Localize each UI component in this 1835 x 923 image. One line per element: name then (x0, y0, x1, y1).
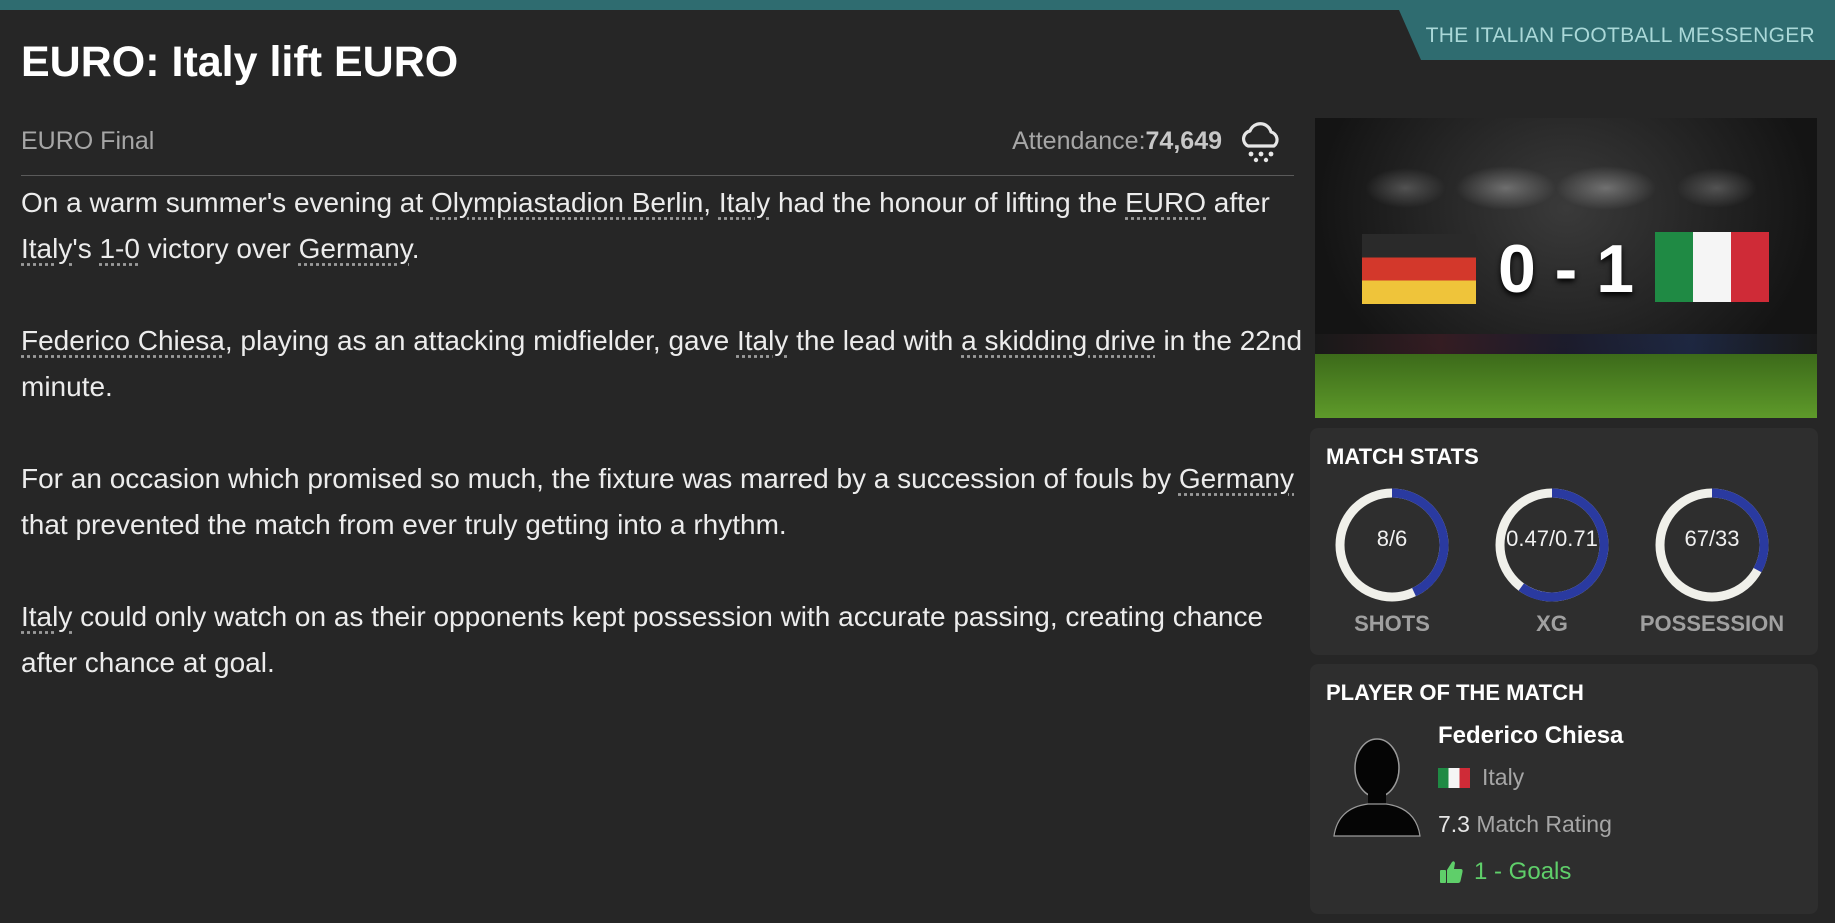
article-paragraph: Federico Chiesa, playing as an attacking… (21, 318, 1311, 410)
match-meta-row: EURO Final Attendance:74,649 (21, 118, 1294, 176)
player-of-the-match-panel: PLAYER OF THE MATCH Federico Chiesa Ital… (1310, 664, 1818, 914)
text: that prevented the match from ever truly… (21, 509, 787, 540)
match-scoreboard[interactable]: 0 - 1 (1315, 118, 1817, 418)
news-headline: EURO: Italy lift EURO (21, 38, 459, 86)
player-match-rating: 7.3 Match Rating (1438, 811, 1612, 838)
team-link-germany[interactable]: Germany (299, 233, 412, 264)
text: the lead with (788, 325, 962, 356)
article-paragraph: Italy could only watch on as their oppon… (21, 594, 1311, 686)
stat-possession: 67/33 POSSESSION (1630, 486, 1790, 636)
player-name-link[interactable]: Federico Chiesa (1438, 722, 1623, 750)
team-link-italy[interactable]: Italy (21, 601, 72, 632)
text: had the honour of lifting the (770, 187, 1126, 218)
stat-label: SHOTS (1354, 611, 1430, 636)
text: could only watch on as their opponents k… (21, 601, 1264, 678)
pitch-image (1315, 354, 1817, 418)
text: On a warm summer's evening at (21, 187, 431, 218)
player-nationality[interactable]: Italy (1438, 764, 1524, 791)
match-stats-panel: MATCH STATS 8/6 SHOTS 0.47/0.71 XG 67/33… (1310, 428, 1818, 655)
attendance: Attendance:74,649 (1012, 127, 1222, 156)
publisher-banner: THE ITALIAN FOOTBALL MESSENGER (1399, 10, 1835, 60)
text: 's (72, 233, 100, 264)
goals-text: 1 - Goals (1474, 858, 1572, 885)
stat-value: 8/6 (1376, 526, 1408, 551)
goal-link[interactable]: a skidding drive (961, 325, 1156, 356)
top-accent-bar (0, 0, 1835, 10)
venue-link[interactable]: Olympiastadion Berlin (431, 187, 703, 218)
match-stats-title: MATCH STATS (1326, 444, 1479, 469)
team-link-italy[interactable]: Italy (737, 325, 788, 356)
stat-value: 67/33 (1684, 526, 1740, 551)
text: victory over (139, 233, 299, 264)
stat-label: POSSESSION (1639, 611, 1785, 636)
italy-flag-icon (1655, 232, 1769, 302)
rating-value: 7.3 (1438, 811, 1470, 837)
text: , playing as an attacking midfielder, ga… (224, 325, 737, 356)
text: For an occasion which promised so much, … (21, 463, 1179, 494)
competition-link[interactable]: EURO (1125, 187, 1206, 218)
team-link-italy[interactable]: Italy (719, 187, 770, 218)
player-goals: 1 - Goals (1438, 858, 1571, 886)
rain-cloud-icon (1241, 122, 1279, 163)
stadium-lights (1315, 158, 1817, 218)
stat-value: 0.47/0.71 (1506, 526, 1598, 551)
stadium-stand (1315, 334, 1817, 354)
rating-label: Match Rating (1476, 811, 1612, 837)
team-link-italy[interactable]: Italy (21, 233, 72, 264)
text: . (411, 233, 420, 264)
thumbs-up-icon (1440, 861, 1463, 883)
article-paragraph: For an occasion which promised so much, … (21, 456, 1311, 548)
player-country-name: Italy (1482, 764, 1525, 790)
stat-xg: 0.47/0.71 XG (1470, 486, 1630, 636)
potm-title: PLAYER OF THE MATCH (1326, 680, 1584, 705)
attendance-label: Attendance: (1012, 127, 1146, 155)
team-link-germany[interactable]: Germany (1179, 463, 1294, 494)
result-link[interactable]: 1-0 (99, 233, 139, 264)
competition-name: EURO Final (21, 127, 155, 155)
player-silhouette-icon (1333, 738, 1421, 837)
publisher-name: THE ITALIAN FOOTBALL MESSENGER (1425, 24, 1815, 47)
stat-label: XG (1536, 611, 1568, 636)
text: after (1206, 187, 1270, 218)
text: , (703, 187, 719, 218)
article-paragraph: On a warm summer's evening at Olympiasta… (21, 180, 1311, 272)
article-body: On a warm summer's evening at Olympiasta… (21, 180, 1311, 732)
stat-shots: 8/6 SHOTS (1310, 486, 1470, 636)
player-link[interactable]: Federico Chiesa (21, 325, 225, 356)
attendance-value: 74,649 (1145, 127, 1222, 155)
italy-flag-icon (1438, 767, 1470, 788)
